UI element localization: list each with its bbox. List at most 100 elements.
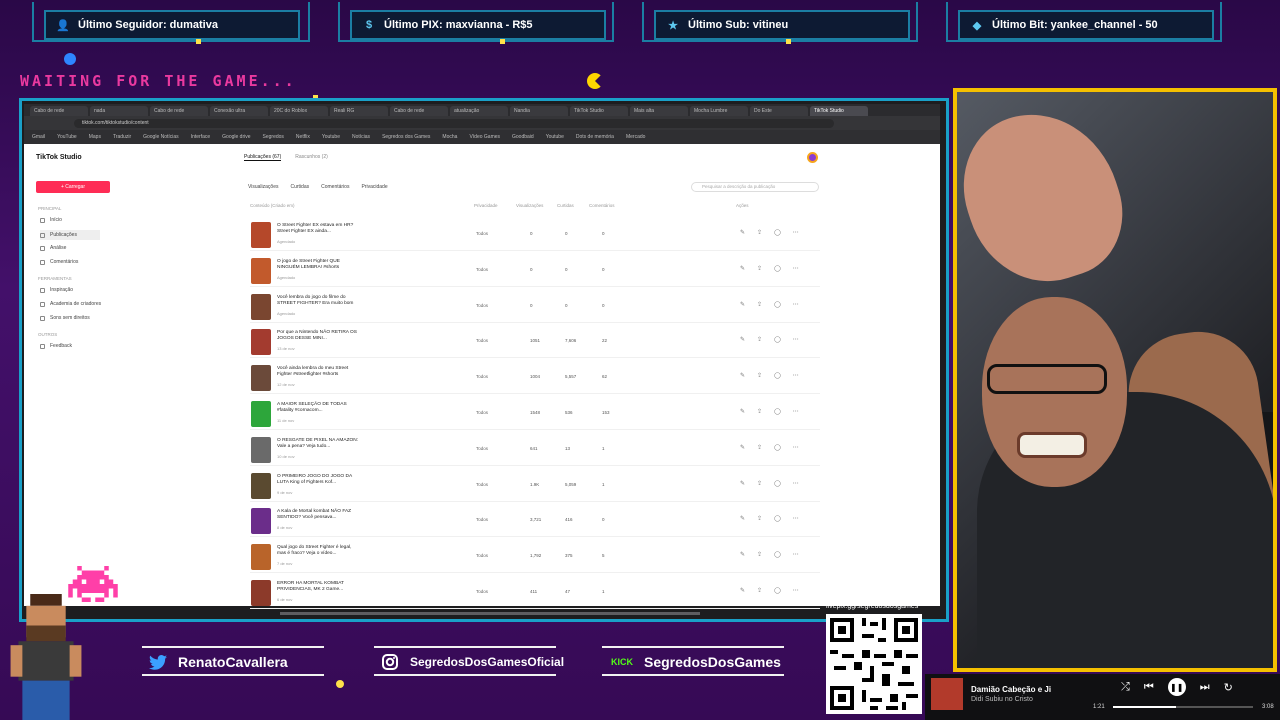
sidebar-item-posts[interactable]: Publicações [40,230,100,240]
bookmark[interactable]: Mocha [442,134,457,140]
browser-tab[interactable]: Cabo de rede [30,106,88,116]
table-row[interactable]: ERROR HA MORTAL KOMBAT PRIVIDENCIAS, MK … [250,575,820,609]
browser-tab[interactable]: TikTok Studio [570,106,628,116]
edit-icon[interactable]: ✎ [740,587,745,594]
bookmark[interactable]: Segredos [263,134,284,140]
post-title[interactable]: O RESGATE DE PIXEL NA AMAZON: Vale a pen… [277,438,361,450]
filter-views[interactable]: Visualizações [248,184,278,190]
video-thumbnail[interactable] [251,580,271,606]
edit-icon[interactable]: ✎ [740,480,745,487]
bookmark[interactable]: Segredos dos Games [382,134,430,140]
social-kick[interactable]: KICK SegredosDosGames [608,648,781,676]
browser-tab[interactable]: Reali RG [330,106,388,116]
bookmark[interactable]: Gmail [32,134,45,140]
more-icon[interactable]: ⋯ [793,480,799,487]
comment-icon[interactable]: ◯ [774,229,781,236]
column-header[interactable]: Conteúdo (Criado em) [250,203,295,208]
video-thumbnail[interactable] [251,472,271,499]
tab-posts[interactable]: Publicações (67) [244,154,282,161]
filter-likes[interactable]: Curtidas [290,184,309,190]
table-row[interactable]: Qual jogo do Street Fighter é legal, mas… [250,539,820,574]
qr-code-icon[interactable] [826,614,922,714]
video-thumbnail[interactable] [251,436,271,463]
sidebar-item-sounds[interactable]: Sons sem direitos [40,315,90,321]
post-title[interactable]: Você ainda lembra do meu Street Fighter … [277,366,361,378]
post-title[interactable]: ERROR HA MORTAL KOMBAT PRIVIDENCIAS, MK … [277,581,361,593]
avatar[interactable] [807,152,818,163]
column-header[interactable]: Curtidas [557,203,574,208]
sidebar-item-analytics[interactable]: Análise [40,245,66,251]
table-row[interactable]: Por que a Nintendo NÃO RETIRA OS JOGOS D… [250,324,820,359]
social-instagram[interactable]: SegredosDosGamesOficial [378,648,564,676]
upload-button[interactable]: + Carregar [36,181,110,193]
bookmark[interactable]: Google drive [222,134,250,140]
filter-comments[interactable]: Comentários [321,184,349,190]
privacy-select[interactable]: Todos [476,267,488,272]
edit-icon[interactable]: ✎ [740,515,745,522]
share-icon[interactable]: ⇪ [757,551,762,558]
table-row[interactable]: O RESGATE DE PIXEL NA AMAZON: Vale a pen… [250,432,820,466]
post-title[interactable]: A MAIOR SELEÇÃO DE TODAS #fatality #corn… [277,402,361,414]
sidebar-item-feedback[interactable]: Feedback [40,343,72,349]
filter-privacy[interactable]: Privacidade [361,184,387,190]
post-title[interactable]: A Kala de Mortal kombat NÃO FAZ SENTIDO?… [277,509,361,521]
more-icon[interactable]: ⋯ [793,587,799,594]
column-header[interactable]: Visualizações [516,203,543,208]
shuffle-icon[interactable]: ⤮ [1121,681,1130,694]
more-icon[interactable]: ⋯ [793,444,799,451]
more-icon[interactable]: ⋯ [793,551,799,558]
table-row[interactable]: O PRIMEIRO JOGO DO JOGO DA LUTA King of … [250,468,820,502]
share-icon[interactable]: ⇪ [757,515,762,522]
comment-icon[interactable]: ◯ [774,587,781,594]
search-input[interactable]: Pesquisar a descrição da publicação [691,182,819,192]
privacy-select[interactable]: Todos [476,482,488,487]
table-row[interactable]: A MAIOR SELEÇÃO DE TODAS #fatality #corn… [250,396,820,430]
comment-icon[interactable]: ◯ [774,515,781,522]
sidebar-item-home[interactable]: Início [40,217,62,223]
privacy-select[interactable]: Todos [476,410,488,415]
post-title[interactable]: Qual jogo do Street Fighter é legal, mas… [277,545,361,557]
column-header[interactable]: Privacidade [474,203,498,208]
more-icon[interactable]: ⋯ [793,265,799,272]
video-thumbnail[interactable] [251,329,271,356]
privacy-select[interactable]: Todos [476,338,488,343]
bookmark[interactable]: Interface [191,134,210,140]
comment-icon[interactable]: ◯ [774,444,781,451]
edit-icon[interactable]: ✎ [740,444,745,451]
comment-icon[interactable]: ◯ [774,551,781,558]
edit-icon[interactable]: ✎ [740,336,745,343]
bookmark[interactable]: Google Notícias [143,134,179,140]
share-icon[interactable]: ⇪ [757,336,762,343]
privacy-select[interactable]: Todos [476,374,488,379]
edit-icon[interactable]: ✎ [740,301,745,308]
video-thumbnail[interactable] [251,401,271,427]
more-icon[interactable]: ⋯ [793,336,799,343]
more-icon[interactable]: ⋯ [793,301,799,308]
privacy-select[interactable]: Todos [476,517,488,522]
column-header[interactable]: Comentários [589,203,615,208]
previous-icon[interactable]: ⏮ [1144,681,1154,694]
share-icon[interactable]: ⇪ [757,301,762,308]
browser-tab[interactable]: Cabo de rede [390,106,448,116]
bookmark[interactable]: Maps [89,134,101,140]
social-twitter[interactable]: RenatoCavallera [146,648,288,676]
browser-tab[interactable]: Mocha Lumbre [690,106,748,116]
comment-icon[interactable]: ◯ [774,336,781,343]
browser-tab[interactable]: Cabo de rede [150,106,208,116]
browser-tab[interactable]: Do Este [750,106,808,116]
bookmark[interactable]: Traduzir [113,134,131,140]
share-icon[interactable]: ⇪ [757,265,762,272]
bookmark[interactable]: Notícias [352,134,370,140]
privacy-select[interactable]: Todos [476,303,488,308]
comment-icon[interactable]: ◯ [774,480,781,487]
share-icon[interactable]: ⇪ [757,587,762,594]
sidebar-item-inspiration[interactable]: Inspiração [40,287,73,293]
post-title[interactable]: Você lembra do jogo do filme do STREET F… [277,295,361,307]
post-title[interactable]: O PRIMEIRO JOGO DO JOGO DA LUTA King of … [277,474,361,486]
edit-icon[interactable]: ✎ [740,551,745,558]
table-row[interactable]: Você lembra do jogo do filme do STREET F… [250,289,820,323]
share-icon[interactable]: ⇪ [757,372,762,379]
tiktok-studio-logo[interactable]: TikTok Studio [36,154,82,161]
url-field[interactable]: tiktok.com/tiktokstudio/content [74,118,834,128]
share-icon[interactable]: ⇪ [757,480,762,487]
